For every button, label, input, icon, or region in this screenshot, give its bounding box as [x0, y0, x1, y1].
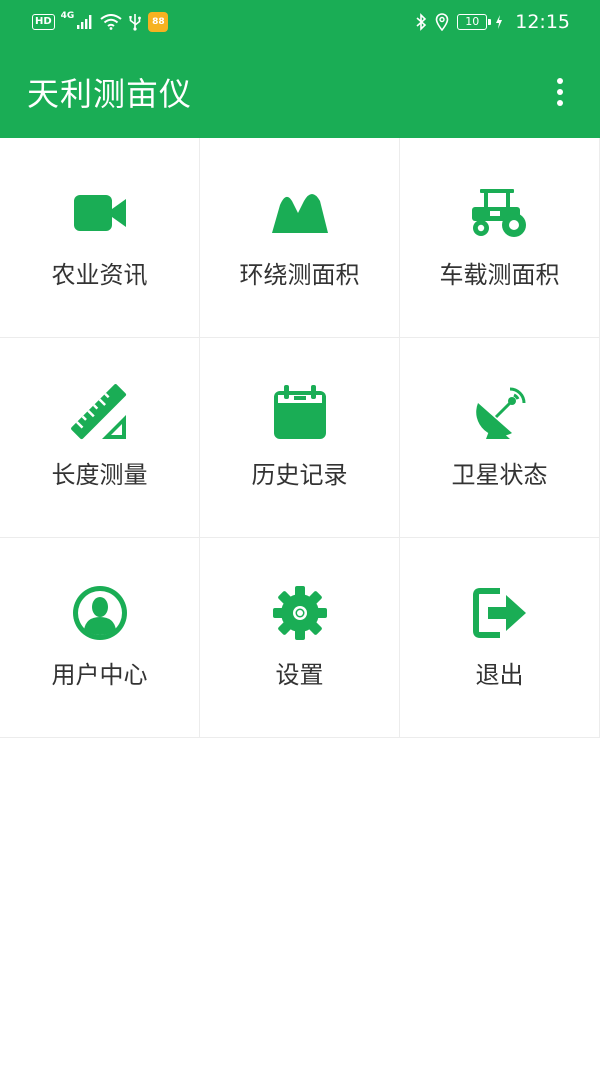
- location-icon: [435, 13, 449, 31]
- dot: [557, 78, 563, 84]
- usb-icon: [129, 14, 142, 31]
- menu-item-label: 用户中心: [51, 661, 148, 689]
- menu-item-settings[interactable]: 设置: [200, 538, 400, 738]
- clock: 12:15: [515, 11, 570, 33]
- overflow-menu-button[interactable]: [544, 74, 576, 110]
- dot: [557, 89, 563, 95]
- charging-icon: [496, 15, 503, 29]
- calendar-icon: [273, 385, 326, 439]
- user-circle-icon: [72, 586, 127, 640]
- menu-item-label: 设置: [275, 661, 324, 689]
- menu-item-surround-area[interactable]: 环绕测面积: [200, 138, 400, 338]
- signal-icon: [77, 15, 92, 29]
- battery-indicator: 10: [457, 14, 492, 30]
- menu-item-label: 车载测面积: [439, 261, 560, 289]
- menu-item-agri-news[interactable]: 农业资讯: [0, 138, 200, 338]
- bluetooth-icon: [416, 13, 427, 31]
- menu-item-satellite-status[interactable]: 卫星状态: [400, 338, 600, 538]
- tractor-icon: [471, 189, 526, 237]
- menu-item-vehicle-area[interactable]: 车载测面积: [400, 138, 600, 338]
- video-camera-icon: [73, 195, 126, 231]
- satellite-dish-icon: [475, 387, 525, 439]
- ruler-icon: [70, 384, 126, 440]
- dot: [557, 100, 563, 106]
- status-left: HD 4G 88: [32, 11, 169, 32]
- hd-indicator: HD: [32, 14, 55, 30]
- exit-icon: [472, 588, 526, 638]
- gear-icon: [272, 586, 327, 640]
- menu-grid: 农业资讯 环绕测面积 车载测面积 长度测量 历史记录 卫星状态 用户中心 设置 …: [0, 138, 600, 738]
- menu-item-label: 卫星状态: [451, 461, 548, 489]
- wifi-icon: [100, 14, 122, 30]
- app-notification-icon: 88: [148, 12, 169, 32]
- menu-item-user-center[interactable]: 用户中心: [0, 538, 200, 738]
- app-bar: HD 4G 88 10 12:15 天利测亩仪: [0, 0, 600, 138]
- menu-item-label: 退出: [475, 661, 524, 689]
- menu-item-label: 长度测量: [51, 461, 148, 489]
- menu-item-label: 农业资讯: [51, 261, 148, 289]
- network-type: 4G: [60, 11, 75, 21]
- status-bar: HD 4G 88 10 12:15: [0, 0, 600, 45]
- menu-item-length-measure[interactable]: 长度测量: [0, 338, 200, 538]
- menu-item-label: 环绕测面积: [239, 261, 360, 289]
- menu-item-label: 历史记录: [251, 461, 348, 489]
- menu-item-exit[interactable]: 退出: [400, 538, 600, 738]
- mountain-icon: [271, 194, 328, 233]
- page-title: 天利测亩仪: [27, 75, 193, 113]
- menu-item-history[interactable]: 历史记录: [200, 338, 400, 538]
- status-right: 10 12:15: [415, 11, 570, 33]
